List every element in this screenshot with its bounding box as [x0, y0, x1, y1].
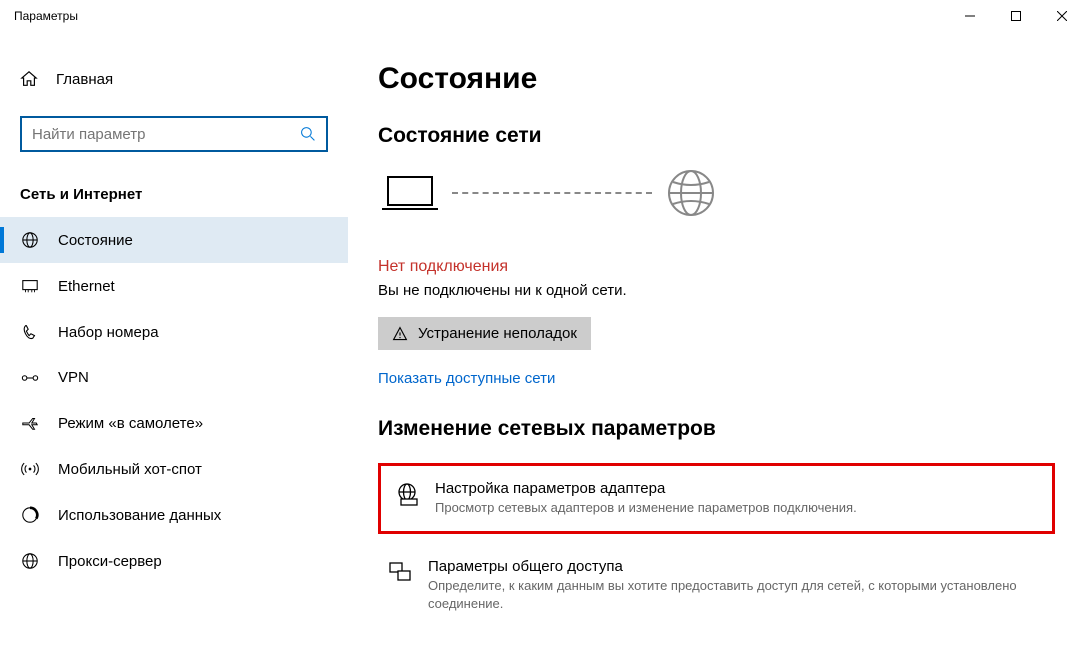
- search-input[interactable]: [32, 126, 300, 143]
- main-content: Состояние Состояние сети Нет подключения…: [348, 32, 1085, 660]
- search-icon: [300, 126, 316, 142]
- sidebar-item-data-usage[interactable]: Использование данных: [0, 492, 348, 538]
- sidebar-item-proxy[interactable]: Прокси-сервер: [0, 538, 348, 584]
- sharing-settings-option[interactable]: Параметры общего доступа Определите, к к…: [378, 548, 1055, 623]
- home-button[interactable]: Главная: [0, 60, 348, 98]
- sidebar-item-label: VPN: [58, 369, 89, 386]
- sidebar-item-hotspot[interactable]: Мобильный хот-спот: [0, 446, 348, 492]
- page-title: Состояние: [378, 62, 1055, 96]
- sidebar-item-label: Ethernet: [58, 278, 115, 295]
- computer-icon: [382, 173, 438, 213]
- sidebar-item-label: Использование данных: [58, 507, 221, 524]
- option-desc: Просмотр сетевых адаптеров и изменение п…: [435, 499, 857, 517]
- sidebar-item-ethernet[interactable]: Ethernet: [0, 263, 348, 309]
- sidebar-item-airplane[interactable]: Режим «в самолете»: [0, 400, 348, 446]
- change-settings-title: Изменение сетевых параметров: [378, 417, 1055, 441]
- maximize-button[interactable]: [993, 0, 1039, 32]
- status-icon: [20, 231, 40, 249]
- highlighted-option: Настройка параметров адаптера Просмотр с…: [378, 463, 1055, 534]
- sidebar: Главная Сеть и Интернет Состояние Ethern…: [0, 32, 348, 660]
- minimize-button[interactable]: [947, 0, 993, 32]
- sidebar-item-label: Мобильный хот-спот: [58, 461, 202, 478]
- connection-error-title: Нет подключения: [378, 258, 1055, 276]
- sidebar-item-label: Прокси-сервер: [58, 553, 162, 570]
- warning-icon: [392, 326, 408, 342]
- home-icon: [20, 70, 38, 88]
- titlebar: Параметры: [0, 0, 1085, 32]
- hotspot-icon: [20, 460, 40, 478]
- option-title: Параметры общего доступа: [428, 558, 1045, 575]
- network-diagram: [382, 168, 1055, 218]
- window-title: Параметры: [14, 9, 78, 23]
- search-input-container[interactable]: [20, 116, 328, 152]
- sidebar-item-vpn[interactable]: VPN: [0, 355, 348, 400]
- sidebar-item-status[interactable]: Состояние: [0, 217, 348, 263]
- vpn-icon: [20, 371, 40, 385]
- airplane-icon: [20, 414, 40, 432]
- troubleshoot-button[interactable]: Устранение неполадок: [378, 317, 591, 350]
- category-header: Сеть и Интернет: [0, 176, 348, 217]
- connection-error-desc: Вы не подключены ни к одной сети.: [378, 282, 1055, 299]
- home-label: Главная: [56, 71, 113, 88]
- proxy-icon: [20, 552, 40, 570]
- sidebar-item-label: Набор номера: [58, 324, 159, 341]
- adapter-settings-option[interactable]: Настройка параметров адаптера Просмотр с…: [385, 470, 1048, 527]
- option-desc: Определите, к каким данным вы хотите пре…: [428, 577, 1045, 613]
- sidebar-item-label: Режим «в самолете»: [58, 415, 203, 432]
- connection-line: [452, 192, 652, 194]
- dialup-icon: [20, 323, 40, 341]
- sidebar-item-dialup[interactable]: Набор номера: [0, 309, 348, 355]
- option-title: Настройка параметров адаптера: [435, 480, 857, 497]
- sidebar-item-label: Состояние: [58, 232, 133, 249]
- globe-icon: [666, 168, 716, 218]
- troubleshoot-label: Устранение неполадок: [418, 325, 577, 342]
- sharing-icon: [388, 558, 412, 584]
- adapter-icon: [395, 480, 419, 506]
- ethernet-icon: [20, 277, 40, 295]
- show-networks-link[interactable]: Показать доступные сети: [378, 370, 555, 387]
- section-title: Состояние сети: [378, 124, 1055, 148]
- data-usage-icon: [20, 506, 40, 524]
- close-button[interactable]: [1039, 0, 1085, 32]
